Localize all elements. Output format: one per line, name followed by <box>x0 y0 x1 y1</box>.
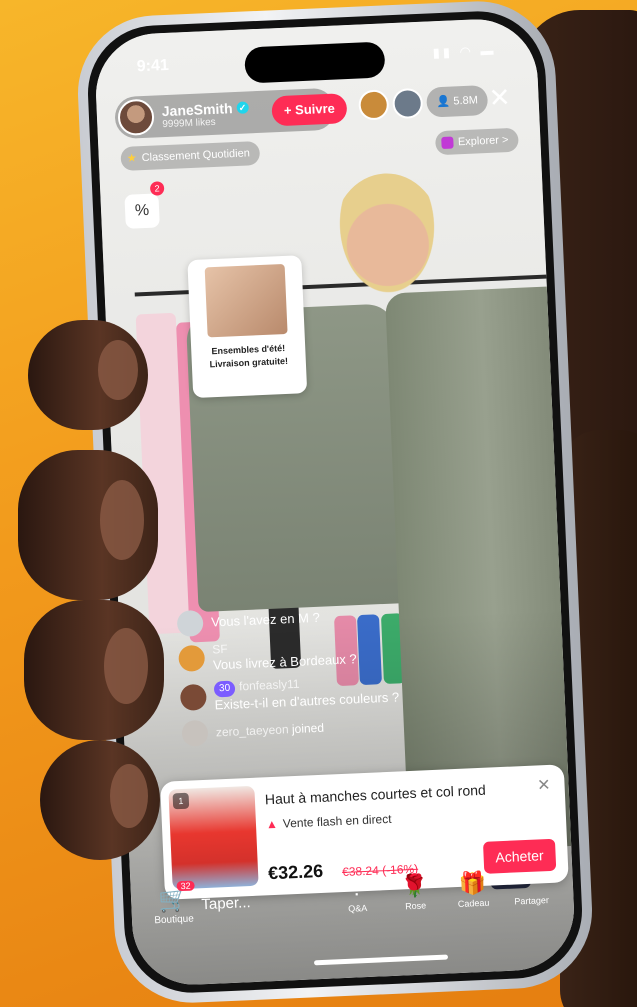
fingernail <box>110 764 148 828</box>
shop-label: Boutique <box>154 913 195 927</box>
comment-text: Vous l'avez en M ? <box>210 609 321 630</box>
follow-button[interactable]: + Suivre <box>271 93 348 127</box>
explore-button[interactable]: Explorer > <box>434 127 519 156</box>
qa-label: Q&A <box>348 902 368 914</box>
top-viewers[interactable] <box>358 87 424 121</box>
viewer-avatar[interactable] <box>358 89 390 121</box>
joiner-username[interactable]: zero_taeyeon <box>216 722 289 739</box>
commenter-avatar[interactable] <box>176 609 204 637</box>
pinned-text: Ensembles d'été! Livraison gratuite! <box>199 342 298 372</box>
finger <box>40 740 160 860</box>
flame-icon: ▲ <box>265 816 279 832</box>
gift-icon: 🎁 <box>458 869 487 896</box>
phone-bezel: 9:41 ▮▮ ◠ ▬ JaneSmith ✓ 9999M likes + Su… <box>85 8 585 996</box>
viewer-count-value: 5.8M <box>453 94 479 108</box>
flash-sale-text: Vente flash en direct <box>282 811 392 831</box>
discount-symbol: % <box>134 201 150 220</box>
host-likes: 9999M likes <box>162 116 216 130</box>
finger <box>24 600 164 740</box>
explore-label: Explorer > <box>457 134 509 149</box>
gift-label: Cadeau <box>457 897 490 910</box>
joined-text: joined <box>291 720 325 737</box>
host-text: JaneSmith ✓ 9999M likes <box>161 99 249 130</box>
explore-icon <box>440 136 454 150</box>
share-icon: ↷ <box>520 867 541 894</box>
share-button[interactable]: ↷ Partager <box>506 867 556 907</box>
comment-feed: Vous l'avez en M ? SF Vous livrez à Bord… <box>176 597 503 747</box>
comment-item: 30 fonfeasly11 Existe-t-il en d'autres co… <box>179 667 501 715</box>
flash-sale-label: ▲ Vente flash en direct <box>266 812 392 831</box>
pinned-product-image <box>204 263 288 338</box>
comment-username[interactable]: fonfeasly11 <box>239 677 300 694</box>
ranking-label: Classement Quotidien <box>141 147 251 165</box>
close-icon[interactable]: ✕ <box>537 775 551 796</box>
qa-button[interactable]: ? Q&A <box>332 874 382 914</box>
question-icon: ? <box>350 875 364 901</box>
dynamic-island <box>244 41 386 84</box>
status-time: 9:41 <box>136 56 170 76</box>
verified-icon: ✓ <box>236 100 249 114</box>
product-number: 1 <box>172 792 190 810</box>
close-button[interactable]: ✕ <box>488 82 511 113</box>
live-stream-screen: 9:41 ▮▮ ◠ ▬ JaneSmith ✓ 9999M likes + Su… <box>93 16 577 988</box>
rose-button[interactable]: 🌹 Rose <box>390 872 440 912</box>
level-badge: 30 <box>213 680 236 698</box>
viewer-count[interactable]: 👤 5.8M <box>426 84 489 118</box>
product-title[interactable]: Haut à manches courtes et col rond <box>265 782 487 808</box>
finger <box>28 320 148 430</box>
fingernail <box>104 628 148 704</box>
bottom-bar: 🛒 32 Boutique ? Q&A 🌹 Rose 🎁 <box>130 848 577 987</box>
finger <box>18 450 158 600</box>
rose-label: Rose <box>404 900 427 912</box>
commenter-avatar[interactable] <box>179 683 207 711</box>
viewer-avatar[interactable] <box>392 87 424 120</box>
share-label: Partager <box>514 895 550 907</box>
system-icons: ▮▮ ◠ ▬ <box>432 42 497 61</box>
cart-count: 32 <box>176 880 195 892</box>
shop-button[interactable]: 🛒 32 Boutique <box>153 880 195 927</box>
fingernail <box>100 480 144 560</box>
pinned-product-card[interactable]: Ensembles d'été! Livraison gratuite! <box>187 255 308 399</box>
discount-icon[interactable]: % <box>124 193 160 229</box>
action-buttons: ? Q&A 🌹 Rose 🎁 Cadeau ↷ Partager <box>332 867 555 915</box>
home-indicator[interactable] <box>313 954 449 966</box>
fingernail <box>98 340 138 400</box>
host-avatar[interactable] <box>117 98 155 137</box>
rose-icon: 🌹 <box>400 872 430 899</box>
joiner-avatar <box>181 719 209 747</box>
commenter-avatar[interactable] <box>178 644 206 672</box>
comment-input[interactable] <box>200 882 332 921</box>
person-icon: 👤 <box>436 95 454 109</box>
gift-button[interactable]: 🎁 Cadeau <box>448 869 498 909</box>
star-icon: ★ <box>126 152 137 165</box>
